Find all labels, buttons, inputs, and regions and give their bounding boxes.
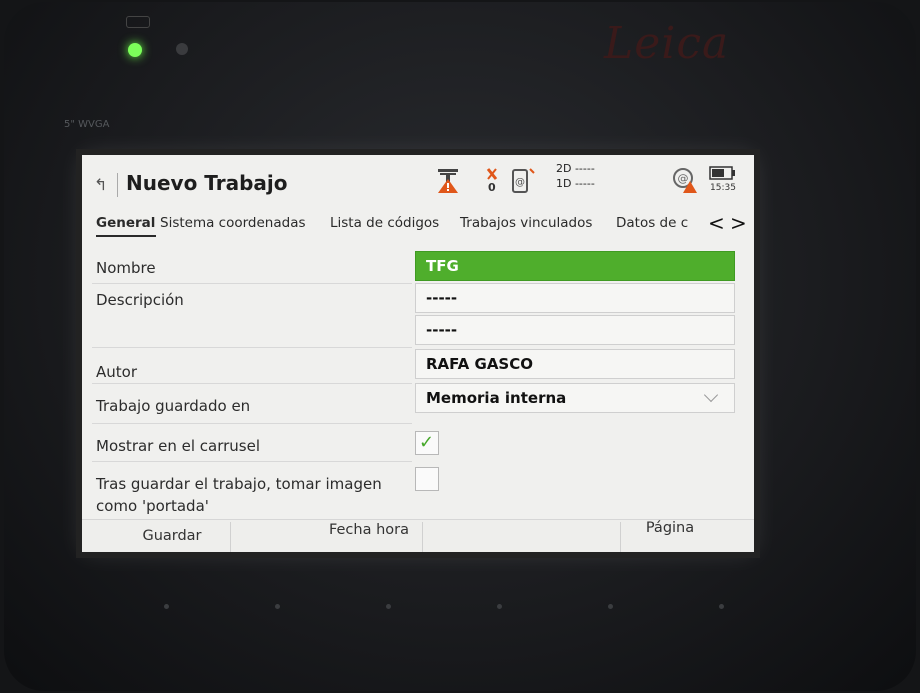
tab-datos[interactable]: Datos de c [616, 215, 688, 231]
softkey-separator [620, 522, 621, 552]
tab-bar: General Sistema coordenadas Lista de cód… [90, 211, 754, 237]
svg-text:@: @ [515, 177, 525, 188]
guardar-button[interactable]: Guardar [132, 528, 212, 544]
portada-checkbox[interactable] [415, 467, 439, 491]
descripcion-field-2[interactable]: ----- [415, 315, 735, 345]
tab-lista-codigos[interactable]: Lista de códigos [330, 215, 439, 231]
descripcion-field-1[interactable]: ----- [415, 283, 735, 313]
satellite-count-icon[interactable]: 0 [480, 167, 504, 194]
autor-field[interactable]: RAFA GASCO [415, 349, 735, 379]
title-bar: ↰ Nuevo Trabajo 0 @ 2D ----- 1D ----- @ … [82, 155, 754, 211]
svg-text:@: @ [678, 172, 689, 185]
softkey-separator [422, 522, 423, 552]
battery-icon[interactable]: 15:35 [708, 165, 738, 199]
row-divider [92, 383, 412, 384]
key-dot [275, 604, 280, 609]
row-divider [92, 283, 412, 284]
bottom-key-dots [164, 604, 724, 614]
clock: 15:35 [710, 183, 736, 193]
device-screen: ↰ Nuevo Trabajo 0 @ 2D ----- 1D ----- @ … [82, 155, 754, 552]
page-title: Nuevo Trabajo [126, 171, 288, 195]
quality-2d: 2D ----- [556, 162, 595, 175]
autor-label: Autor [96, 363, 137, 381]
key-dot [386, 604, 391, 609]
softkey-bar: Guardar Fecha hora Página [82, 519, 754, 552]
screen-model-label: 5" WVGA [64, 119, 110, 130]
key-dot [497, 604, 502, 609]
tab-general[interactable]: General [96, 215, 155, 231]
tab-next-chevron-icon[interactable]: > [730, 211, 747, 235]
gnss-antenna-warning-icon[interactable] [436, 167, 460, 193]
check-icon: ✓ [419, 432, 435, 453]
portada-label: Tras guardar el trabajo, tomar imagen co… [96, 475, 382, 515]
tab-prev-chevron-icon[interactable]: < [708, 211, 725, 235]
tab-sistema-coordenadas[interactable]: Sistema coordenadas [160, 215, 306, 231]
row-divider [92, 423, 412, 424]
row-divider [92, 461, 412, 462]
satellite-count: 0 [488, 181, 496, 194]
job-form: Nombre TFG Descripción ----- ----- Autor… [82, 241, 754, 521]
brand-logo: Leica [604, 18, 730, 69]
internet-warning-icon[interactable]: @ [672, 167, 698, 193]
descripcion-label: Descripción [96, 291, 184, 309]
title-separator [117, 173, 118, 197]
status-bar: 0 @ 2D ----- 1D ----- @ 15:35 [436, 161, 752, 201]
quality-1d: 1D ----- [556, 177, 595, 190]
key-dot [608, 604, 613, 609]
power-led [128, 43, 142, 57]
carrusel-checkbox[interactable]: ✓ [415, 431, 439, 455]
tab-trabajos-vinculados[interactable]: Trabajos vinculados [460, 215, 592, 231]
status-led [176, 43, 188, 55]
row-divider [92, 347, 412, 348]
pagina-button[interactable]: Página [630, 520, 710, 536]
fecha-hora-button[interactable]: Fecha hora [314, 522, 424, 538]
nombre-field[interactable]: TFG [415, 251, 735, 281]
quality-readout: 2D ----- 1D ----- [556, 161, 595, 191]
softkey-separator [230, 522, 231, 552]
back-arrow-icon[interactable]: ↰ [94, 177, 110, 193]
active-tab-indicator [96, 235, 156, 237]
indicator-slot [126, 16, 150, 28]
guardado-label: Trabajo guardado en [96, 397, 251, 415]
key-dot [164, 604, 169, 609]
carrusel-label: Mostrar en el carrusel [96, 437, 261, 455]
device-connection-icon[interactable]: @ [510, 167, 535, 195]
key-dot [719, 604, 724, 609]
nombre-label: Nombre [96, 259, 156, 277]
guardado-select[interactable]: Memoria interna [415, 383, 735, 413]
